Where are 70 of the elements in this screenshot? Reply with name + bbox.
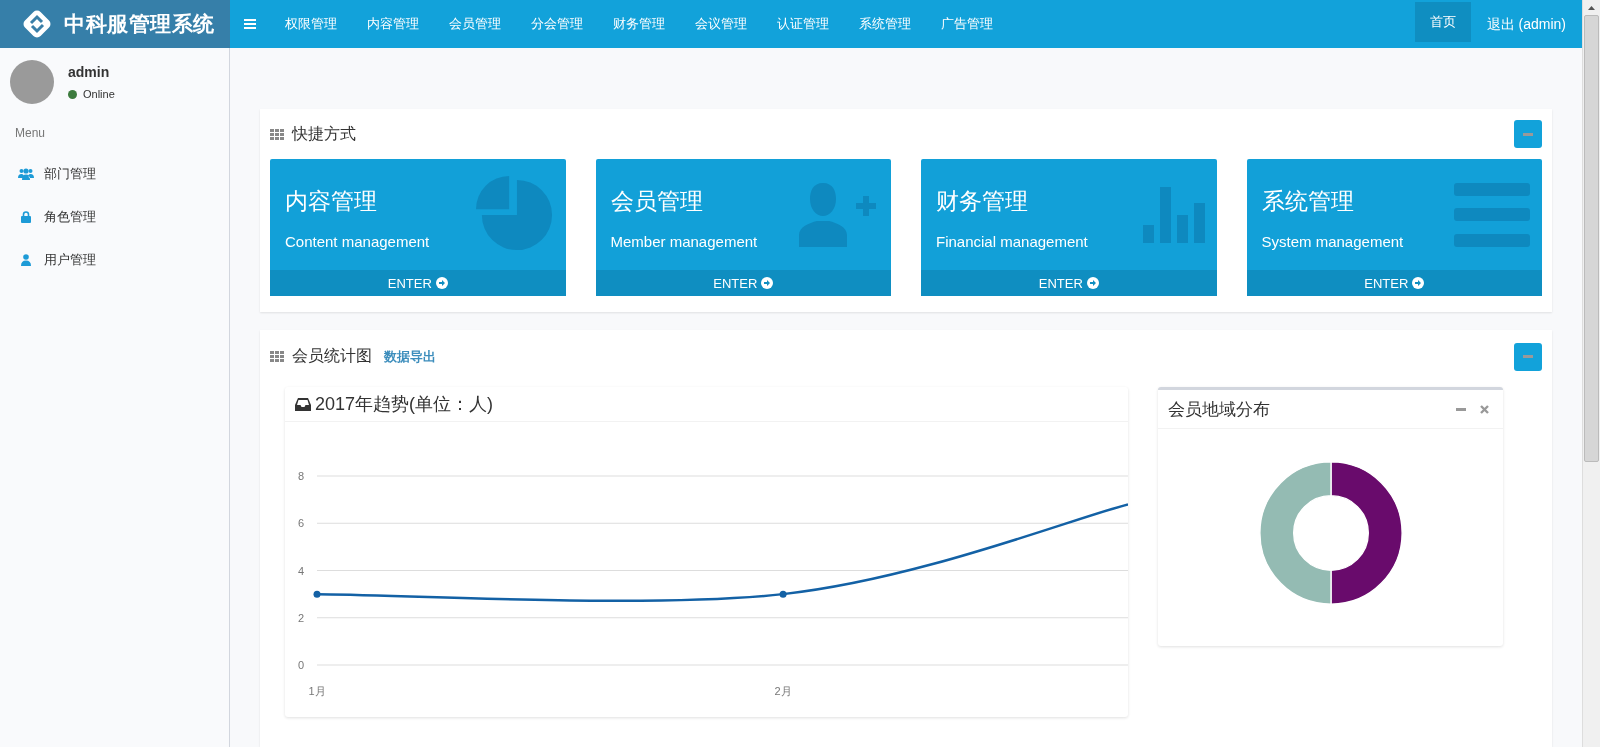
- app-title: 中科服管理系统: [64, 11, 215, 37]
- nav-link[interactable]: 财务管理: [598, 0, 680, 48]
- user-icon: [18, 253, 34, 266]
- arrow-circle-icon: [1086, 277, 1099, 289]
- enter-label: ENTER: [1364, 275, 1409, 291]
- menu-heading: Menu: [14, 125, 47, 142]
- scrollbar[interactable]: [1582, 0, 1600, 747]
- grid-icon: [270, 128, 284, 140]
- lock-icon: [18, 210, 34, 223]
- panel-title: 快捷方式: [292, 123, 356, 144]
- nav-link[interactable]: 广告管理: [926, 0, 1008, 48]
- chart-title: 2017年趋势(单位：人): [315, 393, 494, 416]
- nav-link[interactable]: 认证管理: [762, 0, 844, 48]
- nav-link[interactable]: 会员管理: [434, 0, 516, 48]
- bar-chart-icon: [1142, 186, 1205, 243]
- x-tick-label: 2月: [774, 685, 792, 697]
- arrow-circle-icon: [761, 277, 774, 289]
- nav-link[interactable]: 权限管理: [270, 0, 352, 48]
- inbox-icon: [295, 397, 311, 411]
- shortcut-card[interactable]: 财务管理 Financial management ENTER: [921, 159, 1217, 296]
- minimize-icon[interactable]: [1456, 407, 1466, 411]
- x-tick-label: 1月: [308, 685, 326, 697]
- card-subtitle: Member management: [610, 232, 758, 250]
- list-icon: [1454, 182, 1530, 247]
- card-subtitle: Financial management: [936, 232, 1088, 250]
- card-title: 内容管理: [285, 186, 378, 216]
- nav-link[interactable]: 系统管理: [844, 0, 926, 48]
- card-title: 会员地域分布: [1168, 398, 1270, 421]
- y-tick-label: 8: [297, 470, 305, 482]
- nav-link[interactable]: 分会管理: [516, 0, 598, 48]
- panel-title: 会员统计图: [292, 346, 372, 366]
- arrow-circle-icon: [435, 277, 448, 289]
- grid-icon: [270, 351, 284, 362]
- add-user-icon: [799, 182, 879, 247]
- shortcut-card[interactable]: 内容管理 Content management ENTER: [270, 159, 566, 296]
- enter-label: ENTER: [713, 275, 758, 291]
- nav-link[interactable]: 首页: [1414, 2, 1471, 42]
- sidebar-item[interactable]: 角色管理: [0, 195, 229, 238]
- nav-link[interactable]: 内容管理: [352, 0, 434, 48]
- data-point: [313, 590, 321, 598]
- export-link[interactable]: 数据导出: [384, 347, 436, 366]
- nav-link[interactable]: 退出 (admin): [1470, 0, 1582, 48]
- menu-icon[interactable]: [244, 19, 256, 29]
- card-subtitle: System management: [1261, 232, 1404, 250]
- nav-link[interactable]: 会议管理: [680, 0, 762, 48]
- scroll-up-icon[interactable]: [1588, 6, 1595, 10]
- y-tick-label: 4: [297, 564, 305, 577]
- shortcut-card[interactable]: 会员管理 Member management ENTER: [595, 159, 891, 296]
- close-icon[interactable]: [1480, 404, 1489, 414]
- sidebar-item[interactable]: 部门管理: [0, 152, 229, 195]
- data-point: [779, 590, 787, 598]
- enter-label: ENTER: [387, 275, 432, 291]
- card-title: 财务管理: [936, 186, 1029, 216]
- y-tick-label: 0: [297, 659, 305, 671]
- scroll-thumb[interactable]: [1584, 15, 1599, 462]
- card-subtitle: Content management: [285, 232, 430, 250]
- status-dot-icon: [68, 89, 77, 99]
- avatar-placeholder: [10, 60, 54, 104]
- shortcut-card[interactable]: 系统管理 System management ENTER: [1246, 159, 1542, 296]
- sidebar-item[interactable]: 用户管理: [0, 238, 229, 281]
- collapse-button[interactable]: [1514, 342, 1542, 371]
- card-title: 系统管理: [1261, 186, 1355, 216]
- y-tick-label: 6: [297, 517, 305, 530]
- card-title: 会员管理: [610, 186, 704, 216]
- arrow-circle-icon: [1412, 277, 1425, 289]
- user-status: Online: [83, 88, 115, 100]
- user-name: admin: [68, 64, 111, 80]
- enter-label: ENTER: [1038, 275, 1083, 291]
- y-tick-label: 2: [297, 611, 305, 624]
- users-icon: [18, 167, 34, 180]
